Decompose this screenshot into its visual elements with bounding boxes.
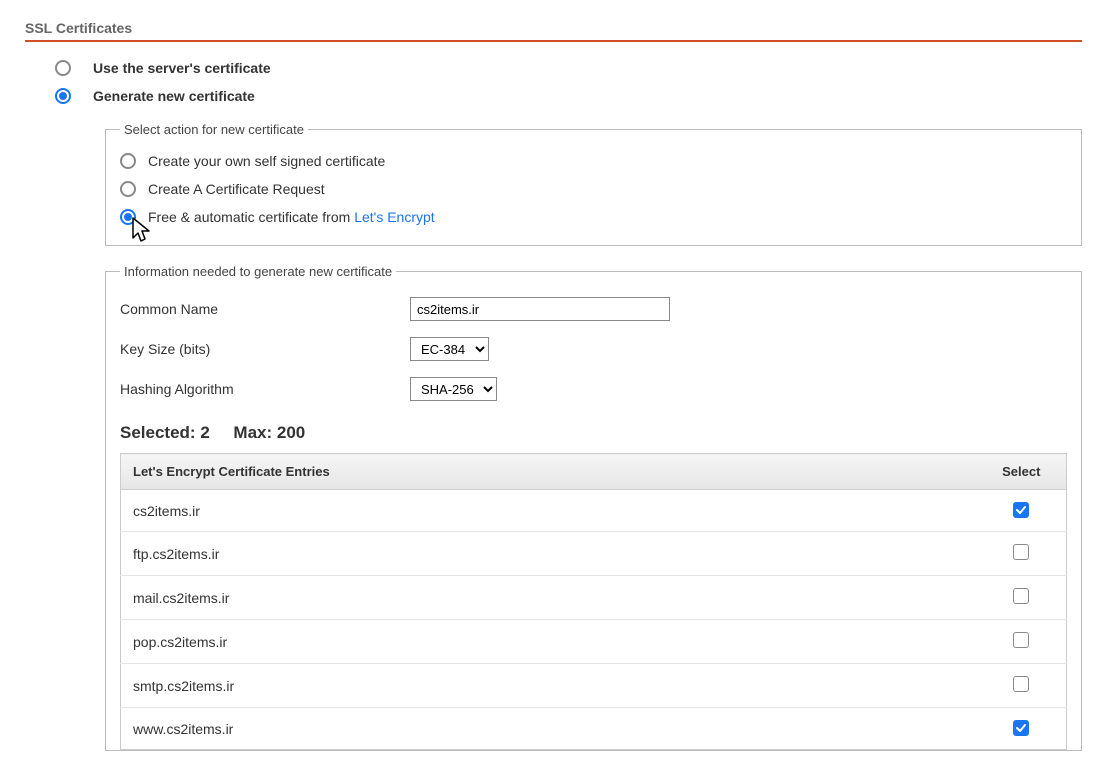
table-row: smtp.cs2items.ir	[121, 664, 1067, 708]
action-letsencrypt-label: Free & automatic certificate from Let's …	[148, 209, 435, 225]
row-key-size: Key Size (bits) EC-384	[120, 329, 1067, 369]
entry-select-cell	[977, 576, 1067, 620]
entry-checkbox[interactable]	[1013, 676, 1029, 692]
letsencrypt-link[interactable]: Let's Encrypt	[354, 209, 435, 225]
max-count: 200	[277, 423, 305, 442]
table-row: www.cs2items.ir	[121, 708, 1067, 750]
letsencrypt-prefix: Free & automatic certificate from	[148, 209, 354, 225]
entry-name: www.cs2items.ir	[121, 708, 977, 750]
option-generate-new[interactable]: Generate new certificate	[25, 82, 1082, 110]
row-common-name: Common Name	[120, 289, 1067, 329]
entry-checkbox[interactable]	[1013, 720, 1029, 736]
entry-checkbox[interactable]	[1013, 632, 1029, 648]
action-self-signed[interactable]: Create your own self signed certificate	[120, 147, 1067, 175]
action-group: Select action for new certificate Create…	[105, 122, 1082, 246]
row-hashing: Hashing Algorithm SHA-256	[120, 369, 1067, 409]
entry-checkbox[interactable]	[1013, 588, 1029, 604]
entries-table: Let's Encrypt Certificate Entries Select…	[120, 453, 1067, 750]
entry-checkbox[interactable]	[1013, 502, 1029, 518]
selected-count: 2	[200, 423, 209, 442]
table-row: ftp.cs2items.ir	[121, 532, 1067, 576]
common-name-input[interactable]	[410, 297, 670, 321]
table-row: pop.cs2items.ir	[121, 620, 1067, 664]
hashing-label: Hashing Algorithm	[120, 381, 410, 397]
entry-select-cell	[977, 620, 1067, 664]
entry-select-cell	[977, 708, 1067, 750]
action-letsencrypt[interactable]: Free & automatic certificate from Let's …	[120, 203, 1067, 231]
action-csr[interactable]: Create A Certificate Request	[120, 175, 1067, 203]
action-self-signed-label: Create your own self signed certificate	[148, 153, 385, 169]
table-row: cs2items.ir	[121, 490, 1067, 532]
col-header-select: Select	[977, 454, 1067, 490]
radio-icon-selected	[55, 88, 71, 104]
key-size-label: Key Size (bits)	[120, 341, 410, 357]
option-generate-new-label: Generate new certificate	[93, 88, 255, 104]
key-size-select[interactable]: EC-384	[410, 337, 489, 361]
radio-icon	[120, 153, 136, 169]
entry-name: smtp.cs2items.ir	[121, 664, 977, 708]
action-group-legend: Select action for new certificate	[120, 122, 308, 137]
entry-select-cell	[977, 532, 1067, 576]
col-header-name: Let's Encrypt Certificate Entries	[121, 454, 977, 490]
hashing-select[interactable]: SHA-256	[410, 377, 497, 401]
table-row: mail.cs2items.ir	[121, 576, 1067, 620]
entry-name: cs2items.ir	[121, 490, 977, 532]
entry-name: pop.cs2items.ir	[121, 620, 977, 664]
selected-max-summary: Selected: 2 Max: 200	[120, 409, 1067, 453]
option-use-server[interactable]: Use the server's certificate	[25, 54, 1082, 82]
common-name-label: Common Name	[120, 301, 410, 317]
radio-icon	[55, 60, 71, 76]
entry-checkbox[interactable]	[1013, 544, 1029, 560]
entry-select-cell	[977, 490, 1067, 532]
option-use-server-label: Use the server's certificate	[93, 60, 271, 76]
entry-name: ftp.cs2items.ir	[121, 532, 977, 576]
radio-icon	[120, 181, 136, 197]
max-prefix: Max:	[233, 423, 276, 442]
selected-prefix: Selected:	[120, 423, 200, 442]
entry-name: mail.cs2items.ir	[121, 576, 977, 620]
action-csr-label: Create A Certificate Request	[148, 181, 325, 197]
section-title: SSL Certificates	[25, 20, 1082, 42]
info-group-legend: Information needed to generate new certi…	[120, 264, 396, 279]
info-group: Information needed to generate new certi…	[105, 264, 1082, 751]
entry-select-cell	[977, 664, 1067, 708]
radio-icon-selected	[120, 209, 136, 225]
